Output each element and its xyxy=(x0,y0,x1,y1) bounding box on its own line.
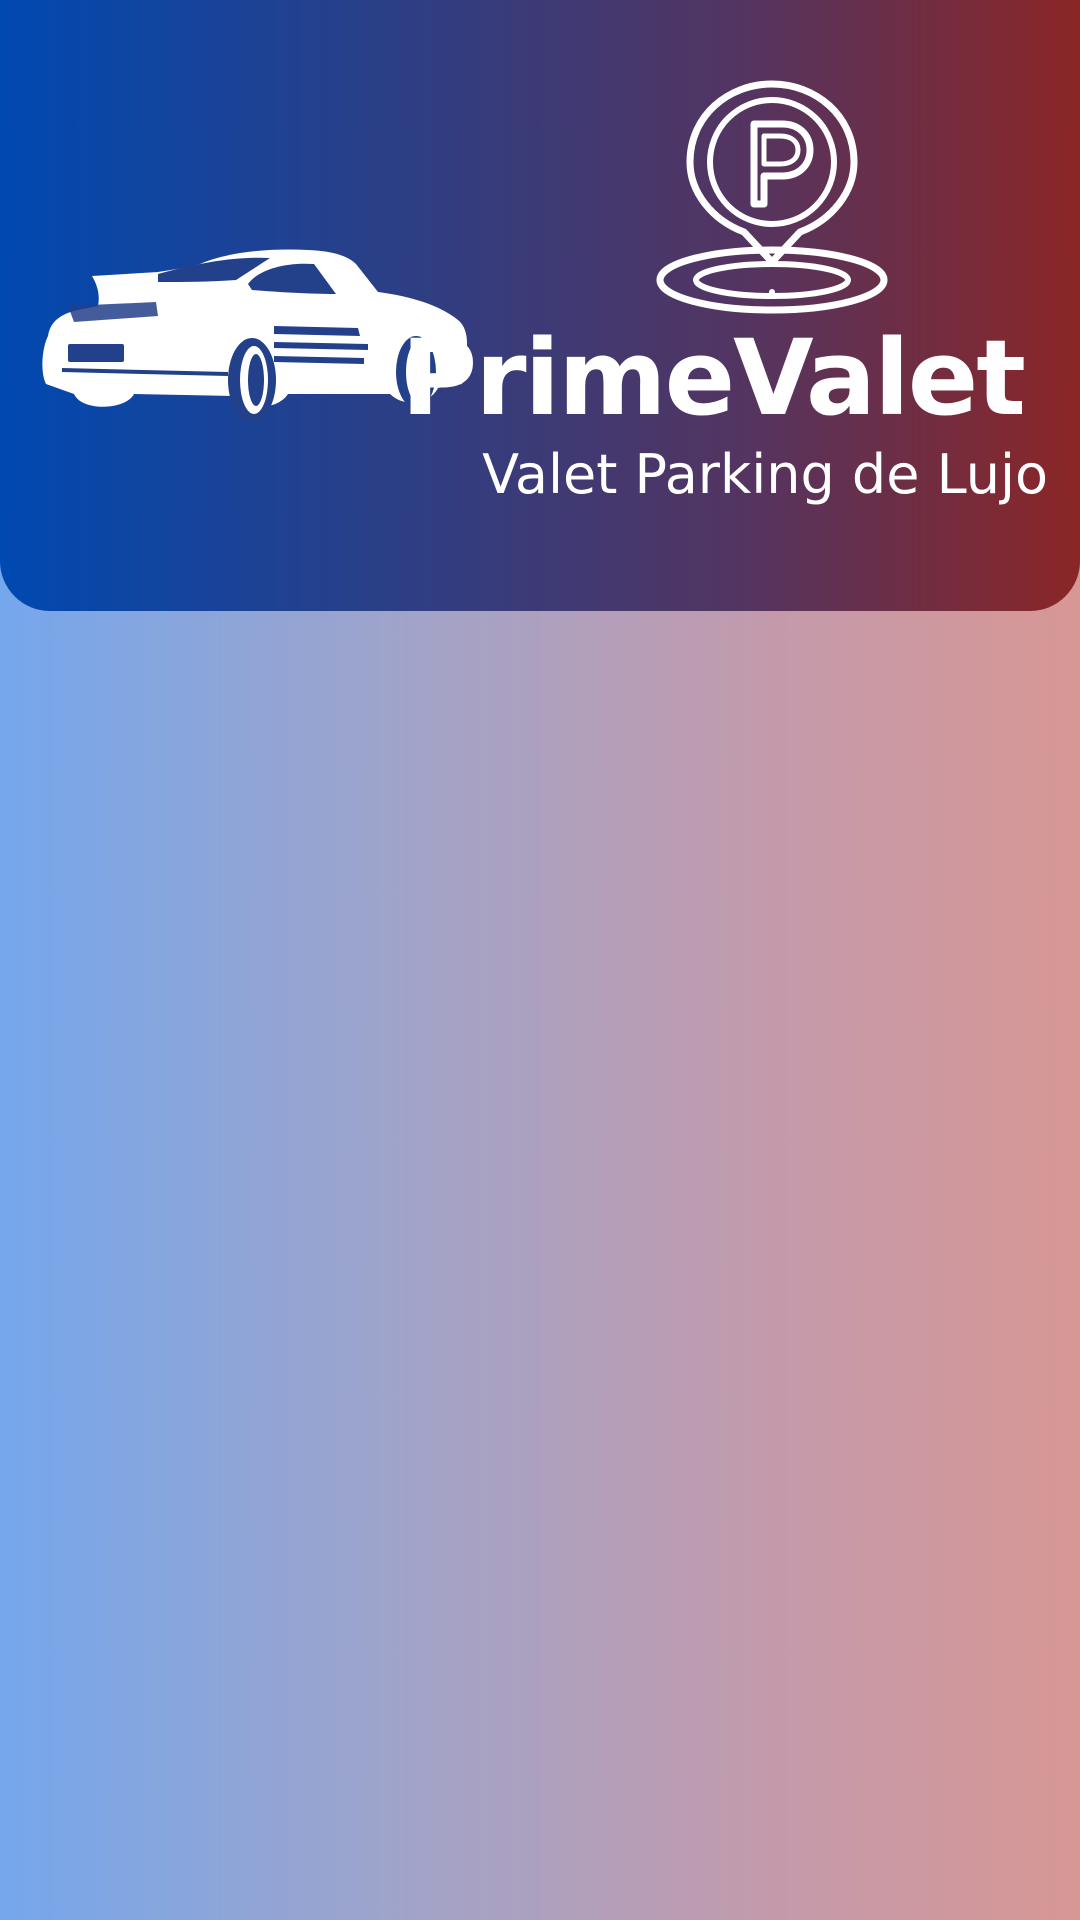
brand-name: PrimeValet xyxy=(401,317,1026,439)
brand-tagline: Valet Parking de Lujo xyxy=(482,443,1048,506)
parking-location-pin-icon xyxy=(656,80,888,314)
app-header: PrimeValet Valet Parking de Lujo xyxy=(0,0,1080,611)
page-background xyxy=(0,611,1080,1920)
